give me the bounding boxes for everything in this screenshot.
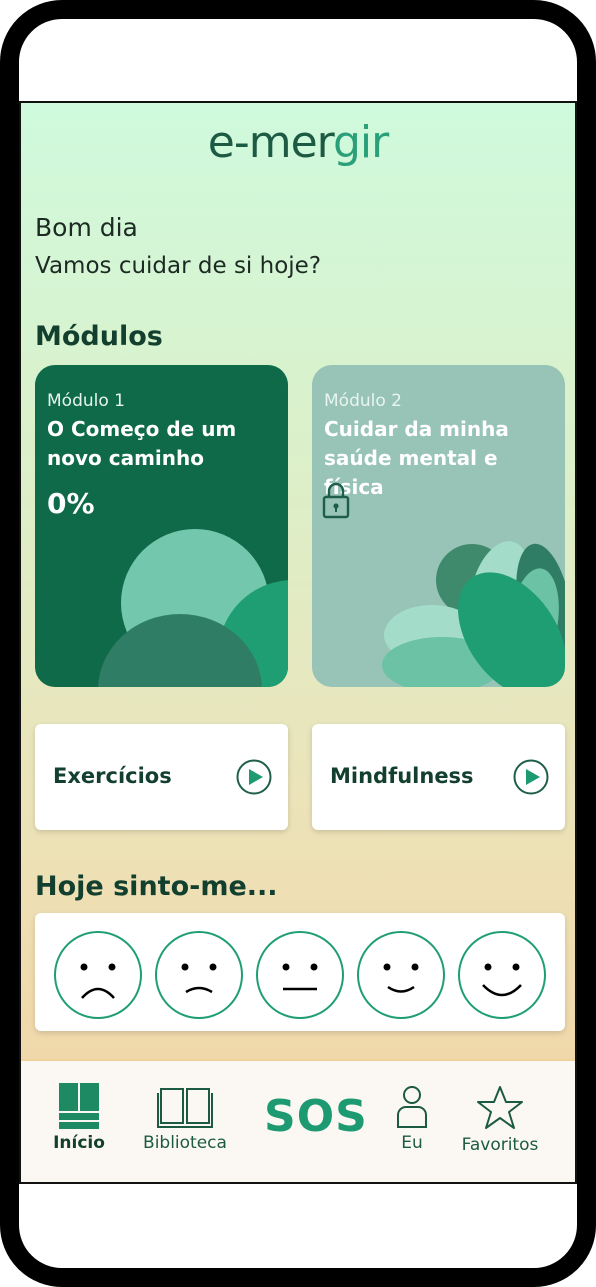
module-number: Módulo 2 bbox=[324, 391, 402, 411]
bottom-nav: Início Biblioteca SOS Eu Favoritos bbox=[21, 1059, 575, 1182]
nav-label: Eu bbox=[401, 1133, 423, 1153]
play-icon bbox=[513, 759, 549, 795]
nav-label: Biblioteca bbox=[143, 1133, 227, 1153]
nav-item-favoritos[interactable]: Favoritos bbox=[460, 1085, 540, 1155]
module-number: Módulo 1 bbox=[47, 391, 125, 411]
happy-face-icon[interactable] bbox=[356, 930, 446, 1020]
module-progress: 0% bbox=[47, 487, 95, 520]
module-name: O Começo de um novo caminho bbox=[47, 417, 237, 470]
greeting-title: Bom dia bbox=[35, 213, 138, 242]
book-icon bbox=[157, 1088, 213, 1128]
exercises-button[interactable]: Exercícios bbox=[35, 724, 288, 830]
greeting-subtitle: Vamos cuidar de si hoje? bbox=[35, 253, 322, 279]
app-logo: e-mergir bbox=[207, 117, 389, 168]
plant-illustration bbox=[98, 529, 288, 687]
nav-item-eu[interactable]: Eu bbox=[392, 1085, 432, 1153]
module-card-1[interactable]: Módulo 1 O Começo de um novo caminho 0% bbox=[35, 365, 288, 687]
mood-title: Hoje sinto-me... bbox=[35, 871, 278, 902]
nav-item-inicio[interactable]: Início bbox=[47, 1083, 111, 1153]
play-icon bbox=[236, 759, 272, 795]
sad-face-icon[interactable] bbox=[154, 930, 244, 1020]
neutral-face-icon[interactable] bbox=[255, 930, 345, 1020]
nav-label: Favoritos bbox=[461, 1135, 539, 1155]
very-sad-face-icon[interactable] bbox=[53, 930, 143, 1020]
user-icon bbox=[397, 1086, 427, 1128]
mood-selector bbox=[35, 913, 565, 1031]
mindfulness-label: Mindfulness bbox=[330, 764, 474, 788]
plant-illustration bbox=[382, 541, 565, 687]
home-icon bbox=[59, 1083, 99, 1129]
exercises-label: Exercícios bbox=[53, 764, 172, 788]
module-card-2[interactable]: Módulo 2 Cuidar da minha saúde mental e … bbox=[312, 365, 565, 687]
modules-title: Módulos bbox=[35, 321, 163, 352]
very-happy-face-icon[interactable] bbox=[457, 930, 547, 1020]
sos-button[interactable]: SOS bbox=[264, 1091, 368, 1142]
mindfulness-button[interactable]: Mindfulness bbox=[312, 724, 565, 830]
nav-label: Início bbox=[53, 1133, 105, 1153]
lock-icon bbox=[322, 482, 350, 519]
app-screen: e-mergir Bom dia Vamos cuidar de si hoje… bbox=[19, 101, 577, 1184]
star-icon bbox=[477, 1086, 523, 1129]
module-name: Cuidar da minha saúde mental e física bbox=[324, 417, 509, 499]
nav-item-biblioteca[interactable]: Biblioteca bbox=[139, 1085, 231, 1153]
